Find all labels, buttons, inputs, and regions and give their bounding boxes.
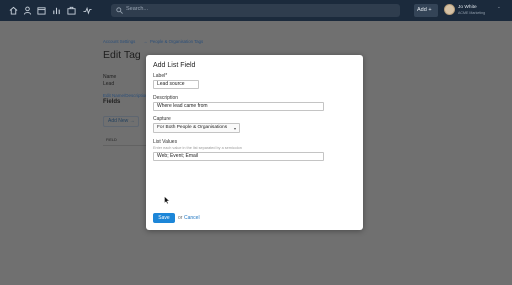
search-bar[interactable]: Search... <box>111 4 400 17</box>
chevron-down-icon: ▾ <box>234 126 237 131</box>
breadcrumb-account-settings[interactable]: Account Settings <box>103 39 135 44</box>
briefcase-icon[interactable] <box>67 6 76 15</box>
chevron-down-icon[interactable]: ⌄ <box>497 4 501 10</box>
modal-title: Add List Field <box>153 62 196 69</box>
mouse-cursor-icon <box>164 196 170 204</box>
save-button[interactable]: Save <box>153 213 175 223</box>
name-label: Name <box>103 74 117 80</box>
capture-field-label: Capture <box>153 116 171 122</box>
search-icon <box>116 7 123 14</box>
divider <box>103 145 148 146</box>
top-nav-bar: Search... Add + Jo White ACME Marketing … <box>0 0 512 21</box>
breadcrumb-separator: → <box>143 39 148 44</box>
field-column-header: FIELD <box>106 138 117 142</box>
add-button[interactable]: Add + <box>414 4 438 17</box>
breadcrumb-tags[interactable]: People & Organisation Tags <box>150 39 203 44</box>
add-list-field-modal: Add List Field Label* Lead source Descri… <box>146 55 363 230</box>
fields-heading: Fields <box>103 99 121 105</box>
name-value: Lead <box>103 81 115 87</box>
activity-icon[interactable] <box>83 6 92 15</box>
description-input[interactable]: Where lead came from <box>153 102 324 111</box>
page-title: Edit Tag <box>103 49 141 61</box>
avatar[interactable] <box>444 4 455 15</box>
add-new-button[interactable]: Add New → <box>103 116 139 127</box>
person-icon[interactable] <box>23 6 32 15</box>
search-input[interactable]: Search... <box>126 6 148 12</box>
bar-chart-icon[interactable] <box>52 6 61 15</box>
list-values-field-label: List Values <box>153 139 178 145</box>
user-name[interactable]: Jo White <box>458 5 477 10</box>
user-company: ACME Marketing <box>458 11 486 15</box>
calendar-icon[interactable] <box>37 6 46 15</box>
or-text: or <box>178 215 183 221</box>
list-values-help-text: Enter each value in the list separated b… <box>153 146 242 150</box>
list-values-input[interactable]: Web; Event; Email <box>153 152 324 161</box>
capture-select[interactable]: For Both People & Organisations ▾ <box>153 123 240 133</box>
edit-name-link[interactable]: Edit Name/Description <box>103 93 148 98</box>
capture-selected-value: For Both People & Organisations <box>157 125 228 130</box>
home-icon[interactable] <box>9 6 18 15</box>
label-field-label: Label* <box>153 73 168 79</box>
cancel-button[interactable]: Cancel <box>184 215 200 221</box>
label-input[interactable]: Lead source <box>153 80 199 89</box>
description-field-label: Description <box>153 95 179 101</box>
